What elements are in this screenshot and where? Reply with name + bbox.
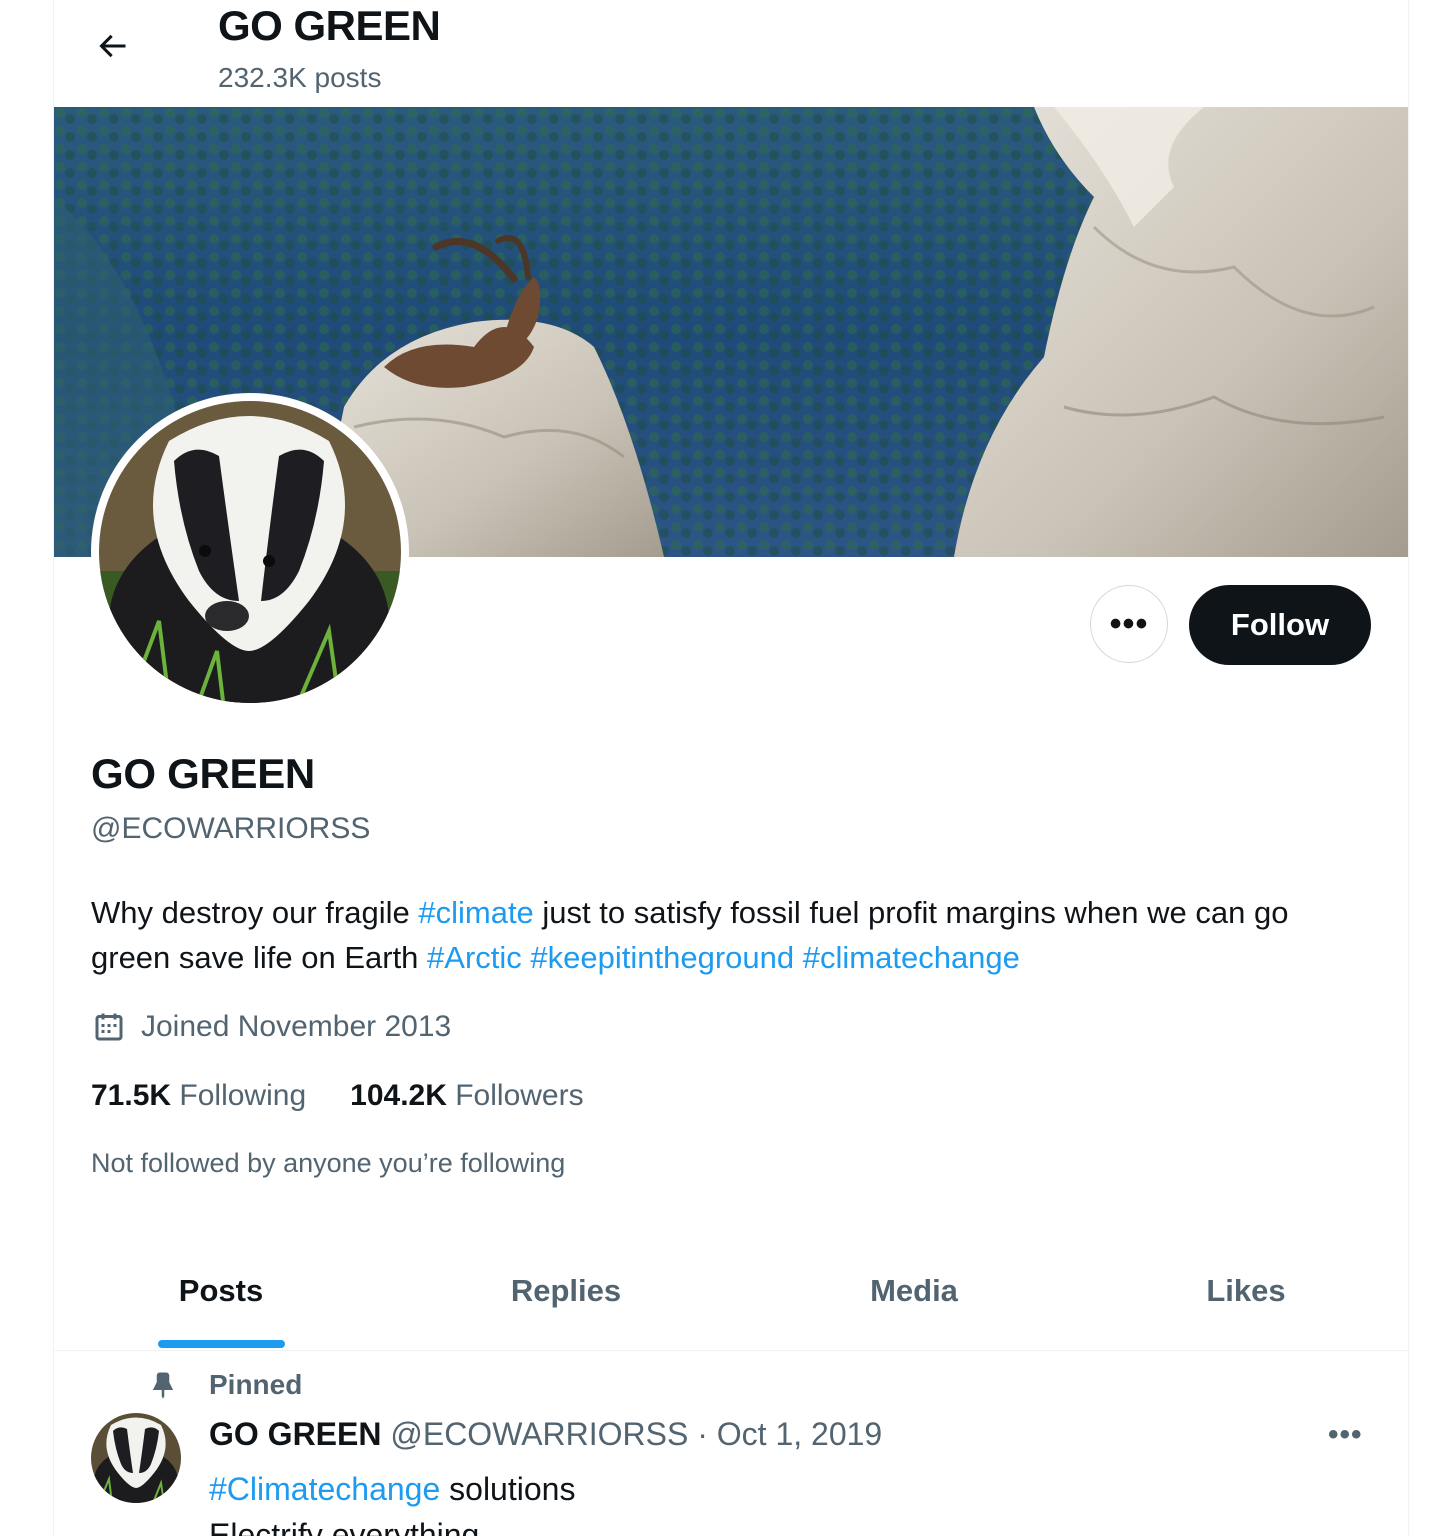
hashtag-link[interactable]: #Arctic xyxy=(427,940,522,975)
more-options-button[interactable]: ••• xyxy=(1090,585,1168,663)
calendar-icon xyxy=(91,1009,127,1045)
hashtag-link[interactable]: #Climatechange xyxy=(209,1471,440,1507)
following-link[interactable]: 71.5K Following xyxy=(91,1079,306,1113)
following-label: Following xyxy=(179,1079,307,1112)
followers-label: Followers xyxy=(455,1079,584,1112)
bio-text xyxy=(794,940,803,975)
profile-column: GO GREEN 232.3K posts ••• Follow GO GREE… xyxy=(53,0,1409,1536)
post-text-fragment: solutions xyxy=(440,1471,576,1507)
joined-text: Joined November 2013 xyxy=(141,1010,452,1043)
post-date[interactable]: Oct 1, 2019 xyxy=(717,1416,882,1452)
post-line: Electrify everything xyxy=(209,1517,480,1536)
tab-posts[interactable]: Posts xyxy=(54,1232,388,1350)
hashtag-link[interactable]: #climate xyxy=(418,895,533,930)
active-tab-indicator xyxy=(158,1340,285,1348)
profile-display-name: GO GREEN xyxy=(91,750,315,797)
tab-media[interactable]: Media xyxy=(744,1232,1084,1350)
follow-stats: 71.5K Following 104.2K Followers xyxy=(91,1079,628,1113)
post-header: GO GREEN @ECOWARRIORSS · Oct 1, 2019 xyxy=(209,1416,882,1453)
pinned-label: Pinned xyxy=(209,1369,303,1400)
post-author-handle[interactable]: @ECOWARRIORSS xyxy=(390,1416,688,1452)
profile-tabs: Posts Replies Media Likes xyxy=(54,1232,1408,1351)
back-button[interactable] xyxy=(84,20,140,76)
post-more-button[interactable]: ••• xyxy=(1328,1418,1363,1452)
followers-link[interactable]: 104.2K Followers xyxy=(350,1079,583,1113)
hashtag-link[interactable]: #climatechange xyxy=(803,940,1020,975)
followers-count: 104.2K xyxy=(350,1079,447,1112)
pinned-indicator xyxy=(148,1368,178,1407)
tab-likes[interactable]: Likes xyxy=(1084,1232,1408,1350)
post-author-name[interactable]: GO GREEN xyxy=(209,1416,381,1452)
joined-date: Joined November 2013 xyxy=(91,1009,451,1045)
hashtag-link[interactable]: #keepitintheground xyxy=(530,940,794,975)
profile-handle: @ECOWARRIORSS xyxy=(91,812,371,845)
following-count: 71.5K xyxy=(91,1079,172,1112)
arrow-left-icon xyxy=(94,28,130,69)
posts-count: 232.3K posts xyxy=(218,62,382,93)
profile-avatar[interactable] xyxy=(91,393,409,711)
post-line: #Climatechange solutions xyxy=(209,1466,575,1512)
post-author-avatar[interactable] xyxy=(91,1413,181,1503)
pin-icon xyxy=(148,1368,178,1407)
profile-bio: Why destroy our fragile #climate just to… xyxy=(91,890,1371,980)
bio-text: Why destroy our fragile xyxy=(91,895,419,930)
post-separator: · xyxy=(688,1416,717,1452)
tab-replies[interactable]: Replies xyxy=(388,1232,744,1350)
follow-button[interactable]: Follow xyxy=(1189,585,1371,665)
header-title: GO GREEN xyxy=(218,2,441,49)
post-text: #Climatechange solutions Electrify every… xyxy=(209,1466,575,1536)
not-followed-notice: Not followed by anyone you’re following xyxy=(91,1148,566,1178)
badger-avatar-image xyxy=(99,401,401,703)
